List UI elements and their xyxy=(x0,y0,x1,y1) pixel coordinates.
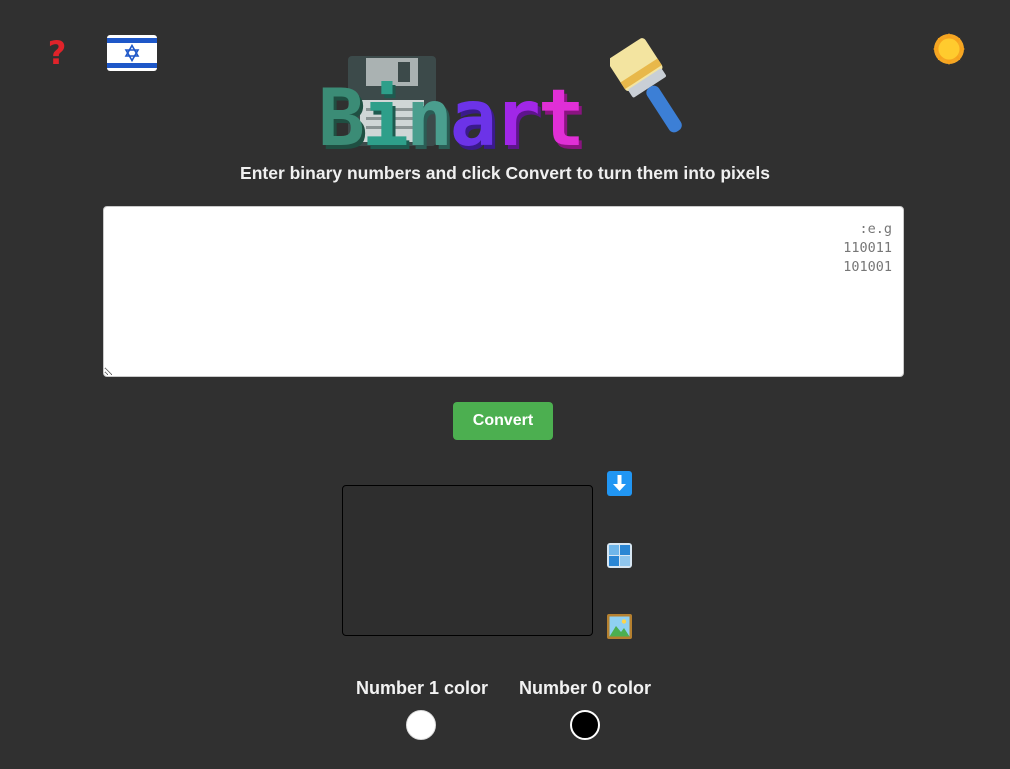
question-mark-icon: ? xyxy=(47,34,67,72)
sun-icon xyxy=(933,33,965,65)
logo-letter-t: t xyxy=(537,74,585,164)
binary-input[interactable] xyxy=(103,206,904,377)
grid-icon xyxy=(607,543,632,568)
logo-letter-i: i xyxy=(361,74,409,164)
download-icon xyxy=(607,471,632,496)
paintbrush-icon xyxy=(610,38,682,133)
one-color-picker[interactable] xyxy=(406,710,436,740)
help-button[interactable]: ? xyxy=(44,34,70,72)
grid-toggle-button[interactable] xyxy=(607,543,632,568)
convert-button[interactable]: Convert xyxy=(453,402,553,440)
zero-color-label: Number 0 color xyxy=(518,678,652,698)
image-icon xyxy=(607,614,632,639)
logo-letter-a: a xyxy=(449,74,497,164)
instructions-text: Enter binary numbers and click Convert t… xyxy=(240,163,770,183)
logo-letter-n: n xyxy=(405,74,453,164)
logo-text: Binart xyxy=(318,74,585,164)
download-button[interactable] xyxy=(607,471,632,496)
image-upload-button[interactable] xyxy=(607,614,632,639)
pixel-canvas xyxy=(342,485,593,636)
one-color-label: Number 1 color xyxy=(355,678,489,698)
binart-logo: Binart xyxy=(318,28,698,158)
language-toggle-button[interactable] xyxy=(107,35,157,71)
theme-toggle-button[interactable] xyxy=(932,32,966,66)
logo-letter-r: r xyxy=(493,74,541,164)
israel-flag-icon xyxy=(107,35,157,71)
zero-color-picker[interactable] xyxy=(570,710,600,740)
logo-letter-b: B xyxy=(318,74,365,164)
